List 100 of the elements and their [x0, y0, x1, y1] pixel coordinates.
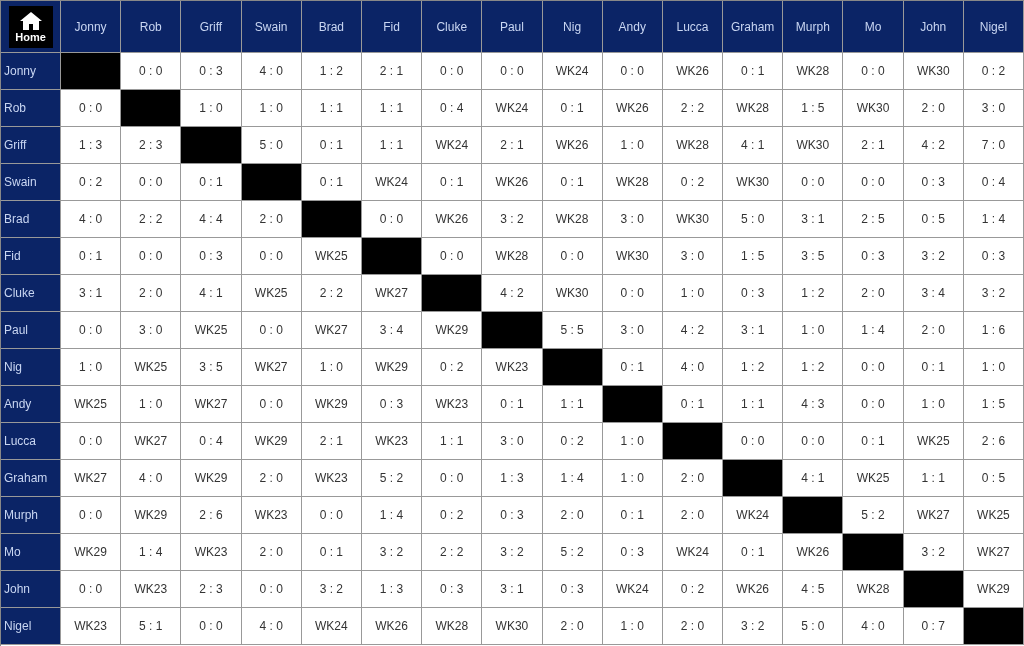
- table-cell: 0 : 3: [482, 497, 543, 534]
- table-cell: WK28: [843, 571, 904, 608]
- table-cell: 0 : 2: [422, 497, 483, 534]
- table-cell: 3 : 4: [903, 275, 964, 312]
- table-cell: 4 : 4: [181, 201, 242, 238]
- blocked-cell: [843, 534, 904, 571]
- table-cell: 0 : 0: [241, 386, 302, 423]
- table-cell: 0 : 0: [422, 460, 483, 497]
- table-cell: 0 : 0: [843, 164, 904, 201]
- column-header: Paul: [482, 1, 543, 53]
- table-cell: 0 : 2: [61, 164, 122, 201]
- table-cell: WK25: [121, 349, 182, 386]
- table-cell: 0 : 1: [723, 53, 784, 90]
- table-cell: WK26: [542, 127, 603, 164]
- table-cell: WK27: [301, 312, 362, 349]
- table-cell: 3 : 0: [121, 312, 182, 349]
- table-cell: WK27: [241, 349, 302, 386]
- table-cell: 1 : 6: [963, 312, 1024, 349]
- table-cell: 3 : 2: [482, 534, 543, 571]
- table-cell: 3 : 2: [301, 571, 362, 608]
- table-cell: WK26: [723, 571, 784, 608]
- row-header: Paul: [1, 312, 61, 349]
- table-cell: 1 : 5: [723, 238, 784, 275]
- row-header: Griff: [1, 127, 61, 164]
- table-cell: WK27: [61, 460, 122, 497]
- table-cell: 0 : 1: [181, 164, 242, 201]
- table-cell: 0 : 1: [542, 90, 603, 127]
- table-cell: WK27: [181, 386, 242, 423]
- home-button[interactable]: Home: [8, 5, 53, 48]
- table-cell: 0 : 1: [542, 164, 603, 201]
- column-header: Mo: [843, 1, 904, 53]
- table-cell: 0 : 1: [723, 534, 784, 571]
- table-cell: 1 : 0: [903, 386, 964, 423]
- table-cell: 1 : 0: [61, 349, 122, 386]
- table-cell: 0 : 1: [301, 534, 362, 571]
- table-cell: 1 : 0: [602, 127, 663, 164]
- table-cell: 3 : 0: [963, 90, 1024, 127]
- table-cell: 0 : 3: [903, 164, 964, 201]
- table-cell: 2 : 0: [662, 497, 724, 534]
- table-cell: 0 : 0: [843, 53, 904, 90]
- table-cell: WK26: [361, 608, 423, 645]
- table-cell: 3 : 2: [723, 608, 784, 645]
- table-cell: 0 : 4: [181, 423, 242, 460]
- blocked-cell: [181, 127, 242, 164]
- column-header: Griff: [181, 1, 242, 53]
- table-cell: 0 : 1: [301, 127, 362, 164]
- column-header: Brad: [301, 1, 362, 53]
- table-cell: WK27: [963, 534, 1024, 571]
- table-cell: 3 : 0: [602, 312, 663, 349]
- column-header: Jonny: [61, 1, 122, 53]
- table-cell: 0 : 0: [783, 423, 844, 460]
- table-cell: 2 : 0: [542, 497, 603, 534]
- table-cell: 1 : 3: [482, 460, 543, 497]
- table-cell: 2 : 0: [241, 534, 302, 571]
- table-cell: 0 : 2: [662, 164, 724, 201]
- table-cell: 5 : 0: [723, 201, 784, 238]
- table-cell: WK23: [241, 497, 302, 534]
- table-cell: 4 : 0: [241, 608, 302, 645]
- table-cell: 0 : 3: [181, 53, 242, 90]
- table-cell: 5 : 2: [361, 460, 423, 497]
- table-cell: 3 : 2: [963, 275, 1024, 312]
- table-cell: 0 : 0: [61, 497, 122, 534]
- table-cell: 1 : 4: [361, 497, 423, 534]
- table-cell: 1 : 5: [783, 90, 844, 127]
- house-icon: [18, 10, 43, 31]
- table-cell: 4 : 3: [783, 386, 844, 423]
- table-cell: 1 : 0: [602, 460, 663, 497]
- table-cell: 0 : 2: [662, 571, 724, 608]
- table-cell: WK30: [903, 53, 964, 90]
- table-cell: WK25: [843, 460, 904, 497]
- table-cell: WK30: [662, 201, 724, 238]
- table-cell: 0 : 0: [602, 275, 663, 312]
- table-cell: WK28: [542, 201, 603, 238]
- table-cell: WK30: [482, 608, 543, 645]
- table-cell: 3 : 0: [662, 238, 724, 275]
- table-cell: 7 : 0: [963, 127, 1024, 164]
- blocked-cell: [963, 608, 1024, 645]
- table-cell: 1 : 1: [422, 423, 483, 460]
- table-cell: 0 : 2: [422, 349, 483, 386]
- table-cell: WK29: [61, 534, 122, 571]
- table-cell: 5 : 2: [542, 534, 603, 571]
- table-cell: 2 : 2: [422, 534, 483, 571]
- table-cell: 3 : 4: [361, 312, 423, 349]
- table-cell: 2 : 1: [301, 423, 362, 460]
- table-cell: WK24: [482, 90, 543, 127]
- table-cell: 1 : 1: [723, 386, 784, 423]
- table-cell: WK25: [241, 275, 302, 312]
- blocked-cell: [361, 238, 423, 275]
- table-cell: WK24: [361, 164, 423, 201]
- table-cell: 0 : 0: [301, 497, 362, 534]
- table-cell: 1 : 0: [963, 349, 1024, 386]
- table-cell: WK28: [783, 53, 844, 90]
- table-cell: WK25: [301, 238, 362, 275]
- row-header: Nig: [1, 349, 61, 386]
- table-cell: 0 : 1: [422, 164, 483, 201]
- row-header: Fid: [1, 238, 61, 275]
- table-cell: 1 : 0: [783, 312, 844, 349]
- table-cell: 0 : 5: [903, 201, 964, 238]
- table-cell: WK28: [602, 164, 663, 201]
- table-cell: 4 : 2: [662, 312, 724, 349]
